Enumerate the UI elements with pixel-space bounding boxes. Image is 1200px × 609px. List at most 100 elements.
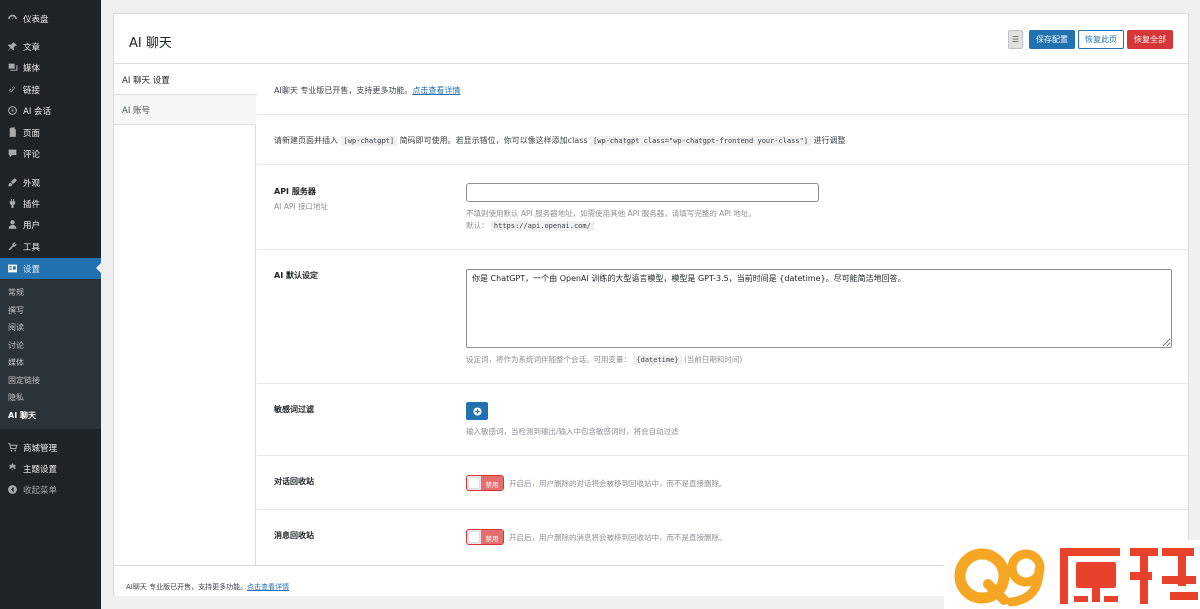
default-api-url: https://api.openai.com/ [490, 221, 594, 231]
sidebar-item-comments[interactable]: 评论 [0, 143, 101, 164]
openai-icon [6, 105, 18, 117]
pro-details-link[interactable]: 点击查看详情 [412, 86, 460, 95]
submenu-item-general[interactable]: 常规 [8, 287, 24, 298]
reset-all-button[interactable]: 恢复全部 [1127, 30, 1173, 49]
api-server-sublabel: AI API 接口地址 [274, 202, 328, 211]
sidebar-item-tools[interactable]: 工具 [0, 236, 101, 257]
link-icon [6, 84, 18, 96]
toggle-state-text: 禁用 [485, 535, 499, 543]
chat-recycle-label: 对话回收站 [274, 477, 314, 486]
api-server-input[interactable] [466, 183, 819, 202]
footer-notice-text: AI聊天 专业版已开售，支持更多功能。 [126, 583, 248, 591]
shortcode-with-class: [wp-chatgpt class="wp-chatgpt-frontend y… [590, 136, 812, 146]
pro-notice: AI聊天 专业版已开售，支持更多功能。点击查看详情 [274, 85, 460, 96]
hint-text-before: 请新建页面并插入 [274, 136, 338, 145]
q9-watermark-logo [944, 540, 1200, 609]
sidebar-item-label: 页面 [23, 128, 41, 139]
sidebar-item-label: 评论 [23, 149, 41, 160]
desc-text-before: 设定词，将作为系统词伴随整个会话。可用变量： [466, 355, 631, 364]
collapse-menu-button[interactable]: 收起菜单 [0, 479, 101, 500]
footer-notice: AI聊天 专业版已开售，支持更多功能。点击查看详情 [126, 582, 289, 592]
hint-text-middle: 简码即可使用。若显示错位，你可以像这样添加class [399, 136, 588, 145]
ai-default-label: AI 默认设定 [274, 271, 318, 280]
sidebar-item-links[interactable]: 链接 [0, 79, 101, 100]
toggle-knob [469, 532, 479, 542]
sidebar-item-ai-chat[interactable]: AI 会话 [0, 100, 101, 121]
admin-sidebar: 仪表盘 文章 媒体 链接 AI 会话 页面 评论 外观 插件 用户 工具 设置 … [0, 0, 101, 609]
dashboard-icon [6, 13, 18, 25]
submenu-item-media[interactable]: 媒体 [8, 357, 24, 368]
submenu-item-ai-chat[interactable]: AI 聊天 [8, 410, 36, 421]
sidebar-item-pages[interactable]: 页面 [0, 122, 101, 143]
page-title: AI 聊天 [129, 36, 172, 51]
message-recycle-toggle[interactable]: 禁用 [466, 529, 504, 545]
submenu-item-permalinks[interactable]: 固定链接 [8, 375, 40, 386]
tab-ai-chat-settings[interactable]: AI 聊天 设置 [114, 65, 257, 95]
sidebar-item-label: 外观 [23, 178, 41, 189]
sidebar-item-label: 链接 [23, 85, 41, 96]
hint-text-after: 进行调整 [813, 136, 846, 145]
chat-recycle-desc: 开启后，用户删除的对话将会被移到回收站中，而不是直接删除。 [509, 479, 727, 488]
default-label: 默认： [466, 221, 489, 230]
pin-icon [6, 41, 18, 53]
sidebar-item-media[interactable]: 媒体 [0, 57, 101, 78]
sidebar-item-shop[interactable]: 商城管理 [0, 437, 101, 458]
chat-recycle-toggle[interactable]: 禁用 [466, 475, 504, 491]
wrench-icon [6, 241, 18, 253]
sensitive-words-desc: 输入敏感词，当检测到输出/输入中包含敏感词时，将会自动过滤 [466, 427, 679, 436]
sidebar-item-label: 仪表盘 [23, 14, 49, 25]
panel-header: AI 聊天 ☰ 保存配置 恢复此页 恢复全部 [114, 14, 1188, 64]
sensitive-words-row: 敏感词过滤 输入敏感词，当检测到输出/输入中包含敏感词时，将会自动过滤 [257, 384, 1188, 456]
api-server-desc: 不填则使用默认 API 服务器地址，如需使用其他 API 服务器，请填写完整的 … [466, 209, 756, 218]
user-icon [6, 219, 18, 231]
sidebar-item-dashboard[interactable]: 仪表盘 [0, 8, 101, 29]
sidebar-item-theme-settings[interactable]: 主题设置 [0, 458, 101, 479]
plus-circle-icon [472, 406, 482, 416]
settings-content: AI聊天 专业版已开售，支持更多功能。点击查看详情 请新建页面并插入 [wp-c… [257, 65, 1188, 563]
sidebar-item-label: 工具 [23, 242, 41, 253]
sidebar-item-label: AI 会话 [23, 106, 52, 117]
settings-icon [6, 263, 18, 275]
sidebar-item-label: 媒体 [23, 63, 41, 74]
shortcode-hint-row: 请新建页面并插入 [wp-chatgpt] 简码即可使用。若显示错位，你可以像这… [257, 115, 1188, 165]
sidebar-item-users[interactable]: 用户 [0, 214, 101, 235]
plugin-icon [6, 198, 18, 210]
watermark-logo-icon [954, 548, 1198, 607]
sidebar-item-settings[interactable]: 设置 [0, 258, 101, 279]
chat-recycle-row: 对话回收站 禁用 开启后，用户删除的对话将会被移到回收站中，而不是直接删除。 [257, 456, 1188, 510]
layout-toggle-button[interactable]: ☰ [1008, 30, 1023, 49]
api-server-row: API 服务器 AI API 接口地址 不填则使用默认 API 服务器地址，如需… [257, 165, 1188, 250]
sidebar-item-label: 用户 [23, 220, 41, 231]
reset-page-button[interactable]: 恢复此页 [1078, 30, 1124, 49]
submenu-item-writing[interactable]: 撰写 [8, 305, 24, 316]
pro-notice-row: AI聊天 专业版已开售，支持更多功能。点击查看详情 [257, 65, 1188, 115]
page-icon [6, 127, 18, 139]
sidebar-item-label: 主题设置 [23, 464, 58, 475]
api-server-default: 默认： https://api.openai.com/ [466, 220, 594, 231]
system-prompt-textarea[interactable]: 你是 ChatGPT，一个由 OpenAI 训练的大型语言模型，模型是 GPT-… [466, 269, 1172, 348]
ai-default-desc: 设定词，将作为系统词伴随整个会话。可用变量： {datetime} (当前日期和… [466, 354, 742, 365]
add-sensitive-word-button[interactable] [466, 402, 488, 420]
collapse-icon [6, 484, 18, 496]
gear-icon [6, 463, 18, 475]
datetime-variable: {datetime} [633, 355, 682, 365]
submenu-item-reading[interactable]: 阅读 [8, 322, 24, 333]
sidebar-item-plugins[interactable]: 插件 [0, 193, 101, 214]
footer-details-link[interactable]: 点击查看详情 [247, 583, 289, 591]
settings-submenu: 常规 撰写 阅读 讨论 媒体 固定链接 隐私 AI 聊天 [0, 279, 101, 429]
sidebar-item-appearance[interactable]: 外观 [0, 172, 101, 193]
sidebar-item-posts[interactable]: 文章 [0, 36, 101, 57]
media-icon [6, 62, 18, 74]
save-config-button[interactable]: 保存配置 [1029, 30, 1075, 49]
tab-ai-account[interactable]: AI 账号 [114, 95, 256, 125]
message-recycle-label: 消息回收站 [274, 531, 314, 540]
settings-tabs: AI 聊天 设置 AI 账号 [114, 65, 257, 595]
shortcode-hint: 请新建页面并插入 [wp-chatgpt] 简码即可使用。若显示错位，你可以像这… [274, 135, 846, 146]
toggle-knob [469, 478, 479, 488]
sidebar-item-label: 文章 [23, 42, 41, 53]
sidebar-item-label: 收起菜单 [23, 485, 58, 496]
submenu-item-discussion[interactable]: 讨论 [8, 340, 24, 351]
submenu-item-privacy[interactable]: 隐私 [8, 392, 24, 403]
sidebar-item-label: 插件 [23, 199, 41, 210]
brush-icon [6, 177, 18, 189]
